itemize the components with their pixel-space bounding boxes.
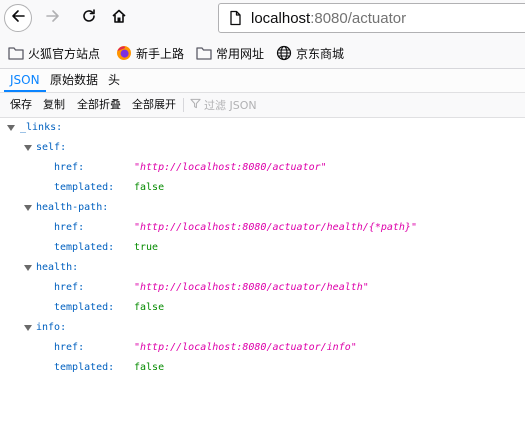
- firefox-icon: [116, 45, 132, 61]
- json-key: _links:: [20, 122, 63, 133]
- tree-row-links[interactable]: _links:: [0, 118, 525, 138]
- json-key: self:: [36, 142, 67, 153]
- folder-icon: [8, 45, 24, 61]
- tree-row-href[interactable]: href: "http://localhost:8080/actuator": [0, 158, 525, 178]
- json-key: templated:: [54, 362, 115, 373]
- expand-triangle-icon[interactable]: [7, 125, 15, 131]
- bookmark-jd-mall[interactable]: 京东商城: [276, 44, 344, 62]
- json-tree: _links: self: href: "http://localhost:80…: [0, 118, 525, 437]
- bookmark-label: 京东商城: [296, 46, 345, 61]
- save-button[interactable]: 保存: [10, 93, 32, 117]
- json-string-value: "http://localhost:8080/actuator/info": [134, 342, 357, 353]
- json-key: href:: [54, 162, 85, 173]
- tree-row-templated[interactable]: templated: true: [0, 238, 525, 258]
- home-icon: [111, 8, 127, 28]
- bookmark-common-sites[interactable]: 常用网址: [196, 44, 264, 62]
- tab-json[interactable]: JSON: [4, 69, 46, 92]
- json-string-value: "http://localhost:8080/actuator/health/{…: [134, 222, 417, 233]
- expand-triangle-icon[interactable]: [24, 265, 32, 271]
- home-button[interactable]: [106, 5, 132, 31]
- filter-placeholder: 过滤 JSON: [204, 99, 257, 112]
- url-host: localhost: [251, 10, 311, 27]
- tree-row-templated[interactable]: templated: false: [0, 358, 525, 378]
- json-string-value: "http://localhost:8080/actuator/health": [134, 282, 369, 293]
- toolbar-divider: [183, 98, 184, 112]
- json-bool-value: true: [134, 242, 159, 253]
- collapse-all-button[interactable]: 全部折叠: [77, 93, 121, 117]
- tree-row-templated[interactable]: templated: false: [0, 298, 525, 318]
- tree-row-href[interactable]: href: "http://localhost:8080/actuator/he…: [0, 278, 525, 298]
- tree-row-href[interactable]: href: "http://localhost:8080/actuator/he…: [0, 218, 525, 238]
- back-button[interactable]: [4, 4, 32, 32]
- folder-icon: [196, 45, 212, 61]
- json-key: info:: [36, 322, 67, 333]
- json-bool-value: false: [134, 182, 165, 193]
- bookmarks-toolbar: 火狐官方站点 新手上路 常用网址 京东商城: [0, 36, 525, 69]
- bookmark-label: 新手上路: [136, 46, 185, 61]
- tree-row-self[interactable]: self:: [0, 138, 525, 158]
- globe-icon: [276, 45, 292, 61]
- bookmark-firefox-official[interactable]: 火狐官方站点: [8, 44, 100, 62]
- page-info-icon[interactable]: [227, 10, 243, 30]
- expand-triangle-icon[interactable]: [24, 325, 32, 331]
- json-key: health:: [36, 262, 79, 273]
- tree-row-href[interactable]: href: "http://localhost:8080/actuator/in…: [0, 338, 525, 358]
- forward-button[interactable]: [40, 5, 66, 31]
- filter-json-input[interactable]: 过滤 JSON: [190, 93, 257, 117]
- json-actions-toolbar: 保存 复制 全部折叠 全部展开 过滤 JSON: [0, 93, 525, 118]
- bookmark-getting-started[interactable]: 新手上路: [116, 44, 184, 62]
- json-key: templated:: [54, 182, 115, 193]
- tab-headers[interactable]: 头: [102, 69, 126, 92]
- json-bool-value: false: [134, 362, 165, 373]
- expand-all-button[interactable]: 全部展开: [132, 93, 176, 117]
- json-key: templated:: [54, 242, 115, 253]
- json-key: health-path:: [36, 202, 109, 213]
- url-text: localhost:8080/actuator: [251, 10, 406, 27]
- tree-row-templated[interactable]: templated: false: [0, 178, 525, 198]
- expand-triangle-icon[interactable]: [24, 145, 32, 151]
- url-bar[interactable]: localhost:8080/actuator: [218, 3, 525, 33]
- json-string-value: "http://localhost:8080/actuator": [134, 162, 327, 173]
- copy-button[interactable]: 复制: [43, 93, 65, 117]
- tree-row-health-path[interactable]: health-path:: [0, 198, 525, 218]
- tree-row-info[interactable]: info:: [0, 318, 525, 338]
- json-viewer-tabs: JSON 原始数据 头: [0, 69, 525, 93]
- expand-triangle-icon[interactable]: [24, 205, 32, 211]
- json-key: href:: [54, 222, 85, 233]
- reload-icon: [81, 8, 97, 28]
- bookmark-label: 常用网址: [216, 46, 265, 61]
- back-arrow-icon: [10, 8, 26, 28]
- bookmark-label: 火狐官方站点: [28, 46, 101, 61]
- navigation-toolbar: localhost:8080/actuator: [0, 0, 525, 36]
- filter-icon: [190, 98, 201, 112]
- forward-arrow-icon: [45, 8, 61, 28]
- json-bool-value: false: [134, 302, 165, 313]
- tree-row-health[interactable]: health:: [0, 258, 525, 278]
- json-key: href:: [54, 342, 85, 353]
- json-key: templated:: [54, 302, 115, 313]
- tab-raw-data[interactable]: 原始数据: [44, 69, 104, 92]
- reload-button[interactable]: [76, 5, 102, 31]
- json-key: href:: [54, 282, 85, 293]
- url-path: :8080/actuator: [310, 10, 407, 27]
